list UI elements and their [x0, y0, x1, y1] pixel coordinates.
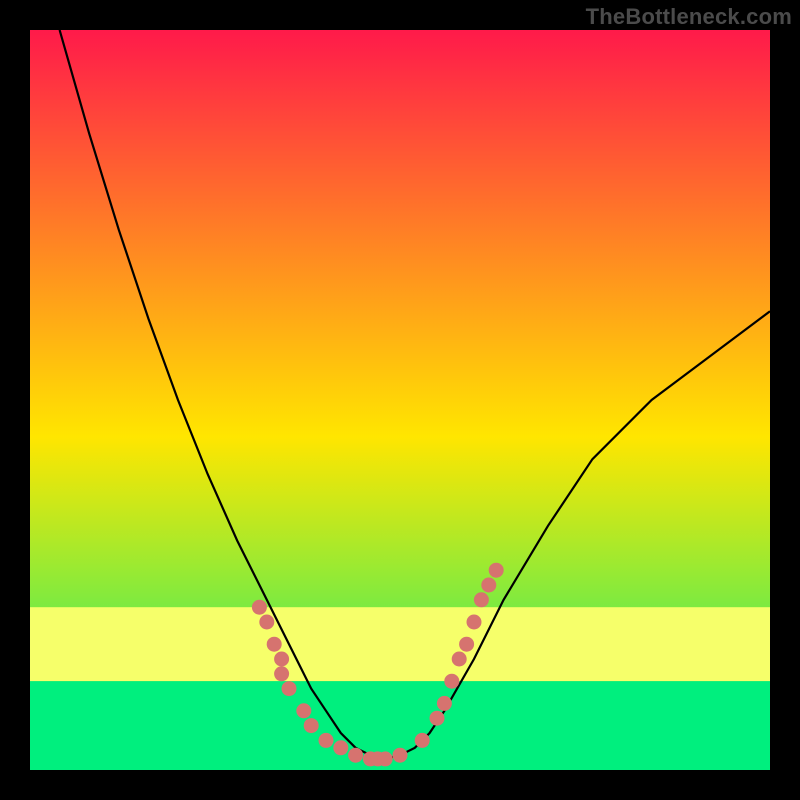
data-point [430, 711, 445, 726]
data-point [252, 600, 267, 615]
chart-svg [30, 30, 770, 770]
data-point [437, 696, 452, 711]
data-point [467, 615, 482, 630]
data-point [378, 751, 393, 766]
data-point [267, 637, 282, 652]
data-point [393, 748, 408, 763]
data-point [259, 615, 274, 630]
data-point [348, 748, 363, 763]
data-point [274, 652, 289, 667]
data-point [489, 563, 504, 578]
bottom-bands [30, 607, 770, 770]
watermark-text: TheBottleneck.com [586, 4, 792, 30]
data-point [444, 674, 459, 689]
data-point [296, 703, 311, 718]
data-point [415, 733, 430, 748]
data-point [459, 637, 474, 652]
chart-frame [30, 30, 770, 770]
data-point [452, 652, 467, 667]
data-point [333, 740, 348, 755]
data-point [481, 578, 496, 593]
data-point [319, 733, 334, 748]
data-point [274, 666, 289, 681]
data-point [304, 718, 319, 733]
data-point [474, 592, 489, 607]
data-point [282, 681, 297, 696]
band [30, 607, 770, 681]
